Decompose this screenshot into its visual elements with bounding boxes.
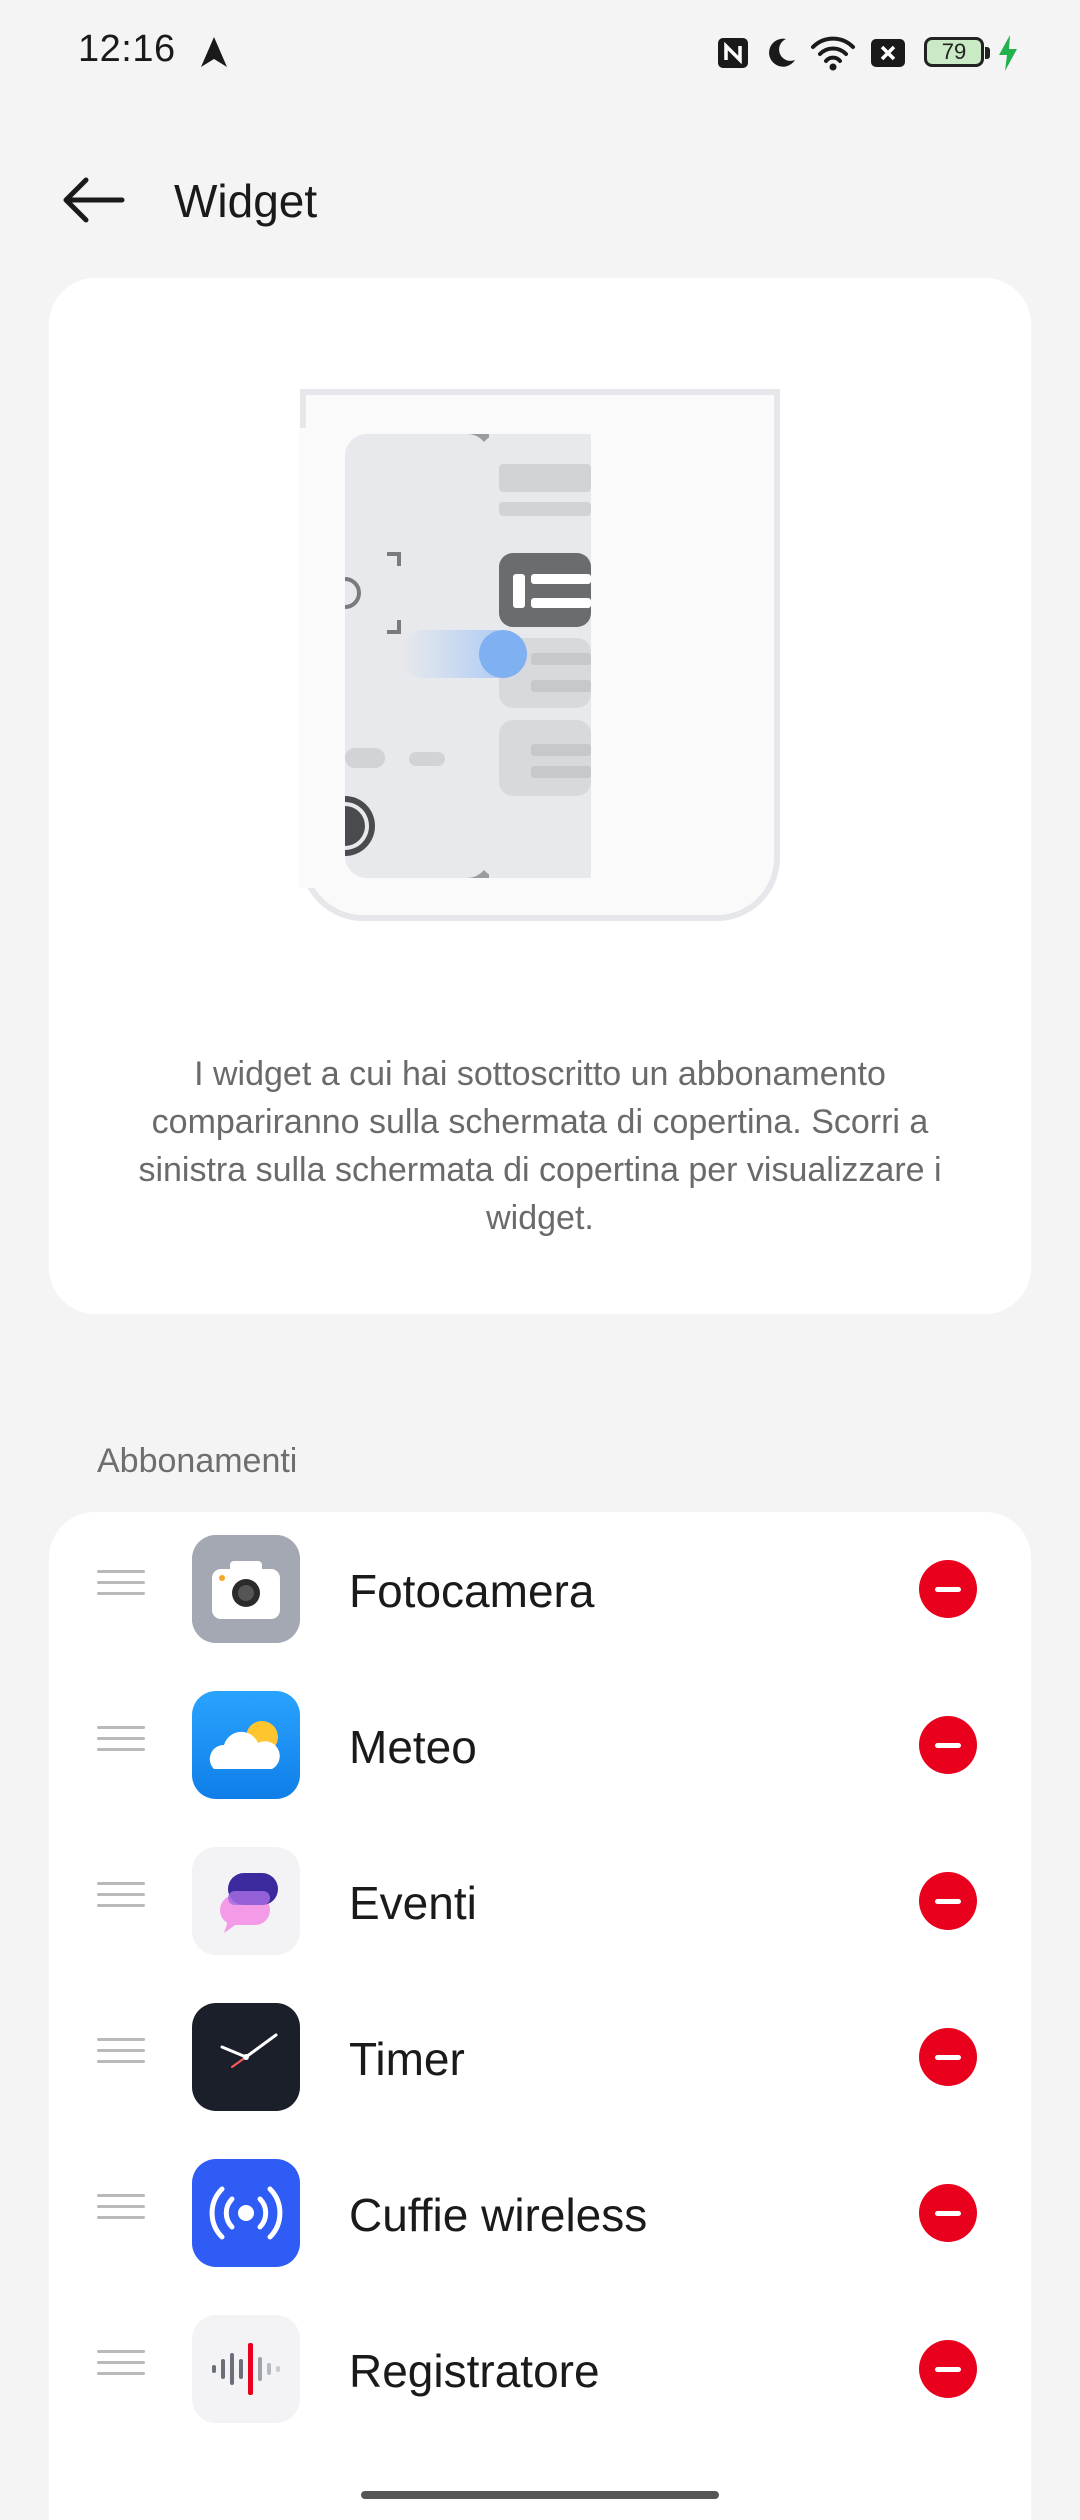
status-bar: 12:16 79 (0, 0, 1080, 110)
do-not-disturb-moon-icon (769, 38, 795, 67)
page-title: Widget (174, 175, 318, 227)
weather-icon (192, 1691, 300, 1799)
app-name: Timer (349, 2033, 465, 2085)
list-item: Timer (49, 1980, 1031, 2136)
battery-icon: 79 (924, 37, 990, 67)
recorder-icon (192, 2315, 300, 2423)
home-indicator[interactable] (361, 2491, 719, 2499)
section-title-subscriptions: Abbonamenti (97, 1442, 298, 1480)
remove-button[interactable] (919, 1716, 977, 1774)
back-arrow-icon[interactable] (60, 172, 132, 228)
app-name: Eventi (349, 1877, 477, 1929)
drag-handle-icon[interactable] (97, 2194, 145, 2228)
remove-button[interactable] (919, 2184, 977, 2242)
remove-button[interactable] (919, 1872, 977, 1930)
remove-button[interactable] (919, 1560, 977, 1618)
navigation-arrow-icon (201, 37, 227, 67)
drag-handle-icon[interactable] (97, 2038, 145, 2072)
list-item: Eventi (49, 1824, 1031, 1980)
drag-handle-icon[interactable] (97, 1882, 145, 1916)
intro-description: I widget a cui hai sottoscritto un abbon… (138, 1055, 942, 1237)
cover-screen-illustration (299, 389, 780, 921)
nfc-icon (718, 38, 748, 68)
app-name: Fotocamera (349, 1565, 595, 1617)
remove-button[interactable] (919, 2340, 977, 2398)
list-item: Fotocamera (49, 1512, 1031, 1668)
drag-handle-icon[interactable] (97, 2350, 145, 2384)
subscriptions-list: Fotocamera Meteo Eventi Timer Cuffie wir… (49, 1512, 1031, 2520)
charging-bolt-icon (999, 35, 1017, 71)
list-item: Registratore (49, 2292, 1031, 2448)
clock-icon (192, 2003, 300, 2111)
camera-icon (192, 1535, 300, 1643)
wifi-icon (811, 36, 855, 71)
remove-button[interactable] (919, 2028, 977, 2086)
app-name: Meteo (349, 1721, 477, 1773)
drag-handle-icon[interactable] (97, 1726, 145, 1760)
intro-card: I widget a cui hai sottoscritto un abbon… (49, 278, 1031, 1314)
status-time: 12:16 (78, 28, 176, 70)
app-name: Cuffie wireless (349, 2189, 648, 2241)
wireless-earbuds-icon (192, 2159, 300, 2267)
events-icon (192, 1847, 300, 1955)
list-item: Meteo (49, 1668, 1031, 1824)
drag-handle-icon[interactable] (97, 1570, 145, 1604)
list-item: Cuffie wireless (49, 2136, 1031, 2292)
app-name: Registratore (349, 2345, 600, 2397)
no-sim-icon (871, 39, 905, 67)
app-header: Widget (0, 150, 1080, 250)
